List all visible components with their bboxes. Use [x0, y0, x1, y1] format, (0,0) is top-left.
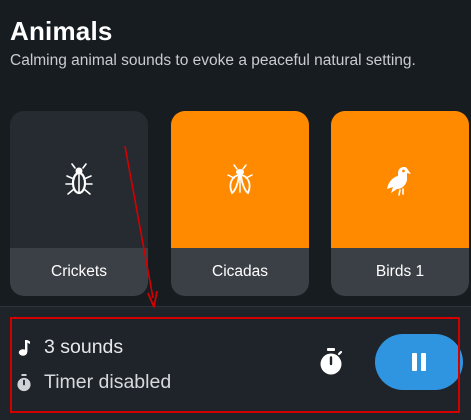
page-title: Animals — [10, 16, 113, 46]
card-icon-area — [10, 111, 148, 248]
bird-icon — [387, 166, 411, 196]
card-label: Crickets — [10, 248, 148, 296]
card-label: Cicadas — [171, 248, 309, 296]
card-icon-area — [171, 111, 309, 248]
sound-card-cicadas[interactable]: Cicadas — [171, 111, 309, 296]
sound-card-crickets[interactable]: Crickets — [10, 111, 148, 296]
player-divider — [0, 306, 471, 307]
card-label: Birds 1 — [331, 248, 469, 296]
card-icon-area — [331, 111, 469, 248]
annotation-highlight-box — [10, 317, 460, 413]
sound-card-birds-1[interactable]: Birds 1 — [331, 111, 469, 296]
page-subtitle: Calming animal sounds to evoke a peacefu… — [10, 52, 416, 69]
cricket-icon — [65, 162, 93, 195]
cicada-icon — [227, 163, 253, 194]
